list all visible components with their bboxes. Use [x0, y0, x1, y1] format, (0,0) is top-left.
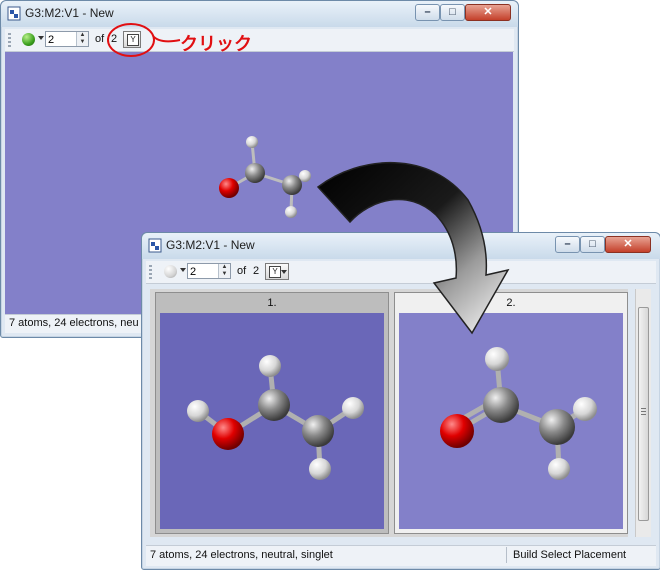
curved-arrow	[316, 162, 510, 335]
